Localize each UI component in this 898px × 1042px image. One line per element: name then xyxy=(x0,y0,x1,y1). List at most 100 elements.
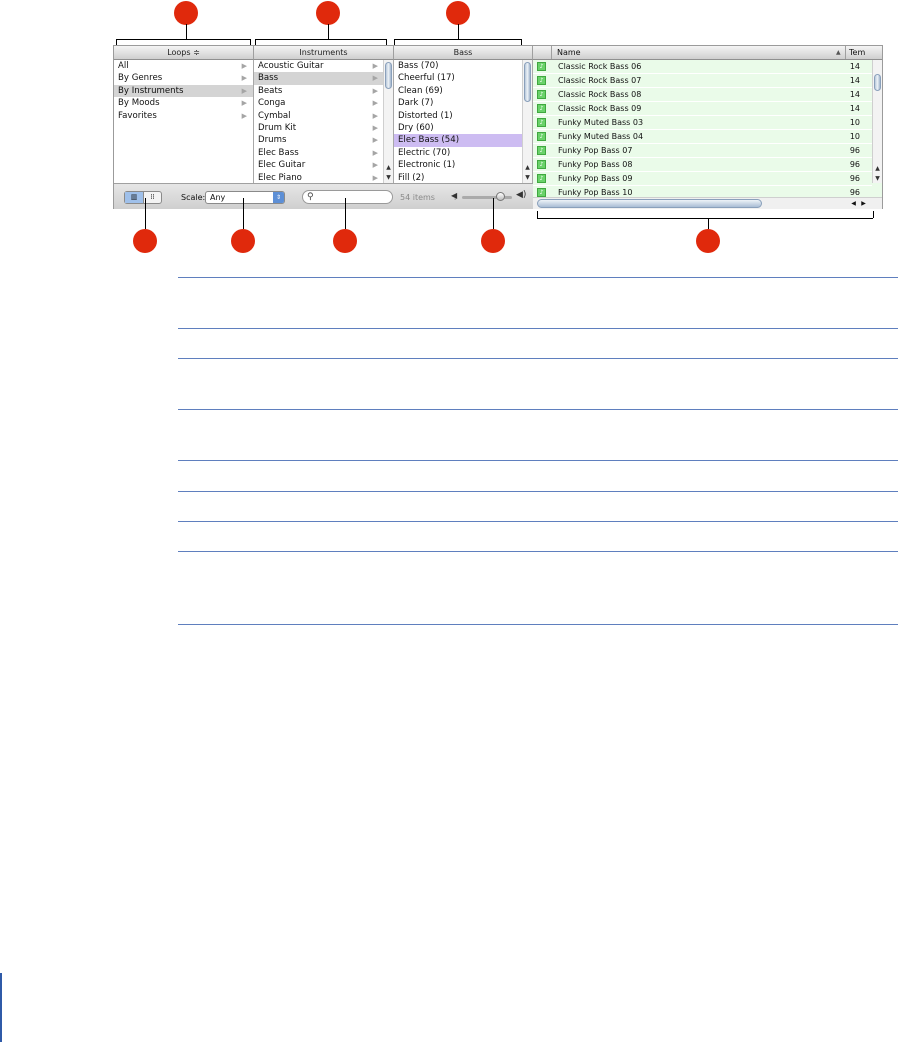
list-item-label: By Instruments xyxy=(118,85,184,96)
bass-list-item[interactable]: Distorted (1) xyxy=(394,110,523,122)
hscroll-thumb[interactable] xyxy=(537,199,762,208)
scroll-up-arrow-icon[interactable]: ▲ xyxy=(384,163,393,172)
list-item-label: By Moods xyxy=(118,98,160,109)
page-edge-bar xyxy=(0,973,2,1042)
instruments-list-item[interactable]: Conga ▶ xyxy=(254,97,384,109)
bass-list-item[interactable]: Elec Bass (54) xyxy=(394,134,523,147)
list-item-label: Bass (70) xyxy=(398,61,439,71)
bass-list-item[interactable]: Cheerful (17) xyxy=(394,72,523,84)
volume-slider[interactable] xyxy=(462,192,512,201)
table-row[interactable]: ♪ Classic Rock Bass 06 14 xyxy=(533,60,872,74)
table-rule xyxy=(178,358,898,359)
disclosure-arrow-icon: ▶ xyxy=(372,173,378,182)
disclosure-arrow-icon: ▶ xyxy=(241,74,247,83)
list-item-label: Dry (60) xyxy=(398,122,434,133)
button-view-icon[interactable]: ⁞⁞ xyxy=(144,192,161,203)
loops-list-item[interactable]: By Moods ▶ xyxy=(114,97,253,109)
list-item-label: Elec Guitar xyxy=(258,160,306,171)
results-vscrollbar[interactable]: ▲ ▼ xyxy=(872,60,882,183)
bass-list-item[interactable]: Dark (7) xyxy=(394,97,523,109)
bass-list-item[interactable]: Clean (69) xyxy=(394,85,523,97)
table-row[interactable]: ♪ Funky Pop Bass 07 96 xyxy=(533,144,872,158)
column-divider xyxy=(845,46,846,59)
instruments-list-item[interactable]: Elec Bass ▶ xyxy=(254,147,384,159)
bass-list-item[interactable]: Electronic (1) xyxy=(394,159,523,171)
search-icon: ⚲ xyxy=(307,192,314,202)
search-input[interactable] xyxy=(317,192,389,202)
scroll-down-arrow-icon[interactable]: ▼ xyxy=(523,173,532,182)
callout-line xyxy=(708,218,709,229)
table-row[interactable]: ♪ Classic Rock Bass 09 14 xyxy=(533,102,872,116)
loops-list-item[interactable]: By Instruments ▶ xyxy=(114,84,253,98)
list-item-label: Fill (2) xyxy=(398,172,425,183)
table-row[interactable]: ♪ Funky Pop Bass 09 96 xyxy=(533,172,872,186)
disclosure-arrow-icon: ▶ xyxy=(372,74,378,83)
loop-name: Funky Muted Bass 03 xyxy=(558,118,644,127)
instruments-list-item[interactable]: Drum Kit ▶ xyxy=(254,122,384,134)
table-row[interactable]: ♪ Funky Muted Bass 03 10 xyxy=(533,116,872,130)
disclosure-arrow-icon: ▶ xyxy=(241,99,247,108)
scroll-thumb[interactable] xyxy=(874,74,881,91)
search-field[interactable]: ⚲ xyxy=(302,190,393,204)
list-item-label: Elec Bass xyxy=(258,147,299,158)
loop-icon: ♪ xyxy=(537,62,546,71)
column-header-instruments[interactable]: Instruments xyxy=(254,46,394,60)
column-loops: All ▶ By Genres ▶ By Instruments ▶ By Moods ▶ Fa… xyxy=(114,60,254,183)
scroll-left-arrow-icon[interactable]: ◀ xyxy=(849,199,858,208)
list-item-label: Beats xyxy=(258,85,283,96)
column-view-icon[interactable]: ▥ xyxy=(125,192,144,203)
bass-list-item[interactable]: Dry (60) xyxy=(394,122,523,134)
bass-list-item[interactable]: Bass (70) xyxy=(394,60,523,72)
results-hscrollbar[interactable]: ◀ ▶ xyxy=(533,197,882,209)
scroll-thumb[interactable] xyxy=(524,62,531,102)
column-header-bass[interactable]: Bass xyxy=(394,46,533,60)
table-row[interactable]: ♪ Classic Rock Bass 08 14 xyxy=(533,88,872,102)
instruments-list-item[interactable]: Beats ▶ xyxy=(254,85,384,97)
instruments-scrollbar[interactable]: ▲ ▼ xyxy=(383,60,393,183)
tempo-column-header[interactable]: Tem xyxy=(849,46,865,60)
scroll-down-arrow-icon[interactable]: ▼ xyxy=(873,174,882,183)
callout-line xyxy=(458,24,459,39)
table-row[interactable]: ♪ Funky Muted Bass 04 10 xyxy=(533,130,872,144)
scroll-thumb[interactable] xyxy=(385,62,392,89)
instruments-list-item[interactable]: Acoustic Guitar ▶ xyxy=(254,60,384,72)
loops-list-item[interactable]: By Genres ▶ xyxy=(114,72,253,84)
bass-list-item[interactable]: Electric (70) xyxy=(394,147,523,159)
scale-popup[interactable]: Any ⇕ xyxy=(205,191,285,204)
kind-column-header[interactable] xyxy=(533,46,552,59)
table-row[interactable]: ♪ Funky Pop Bass 10 96 xyxy=(533,186,872,197)
volume-knob[interactable] xyxy=(495,192,505,201)
loops-list-item[interactable]: Favorites ▶ xyxy=(114,110,253,122)
loop-tempo: 14 xyxy=(849,76,860,85)
bass-scrollbar[interactable]: ▲ ▼ xyxy=(522,60,532,183)
bass-list-item[interactable]: Fill (2) xyxy=(394,172,523,183)
list-item-label: Elec Bass (54) xyxy=(398,135,460,146)
instruments-list-item[interactable]: Bass ▶ xyxy=(254,72,384,85)
scroll-up-arrow-icon[interactable]: ▲ xyxy=(523,163,532,172)
table-row[interactable]: ♪ Classic Rock Bass 07 14 xyxy=(533,74,872,88)
table-row[interactable]: ♪ Funky Pop Bass 08 96 xyxy=(533,158,872,172)
list-item-label: Dark (7) xyxy=(398,98,434,109)
callout-bracket xyxy=(255,39,386,40)
instruments-list-item[interactable]: Elec Piano ▶ xyxy=(254,172,384,183)
loop-icon: ♪ xyxy=(537,132,546,141)
list-item-label: Distorted (1) xyxy=(398,110,453,121)
list-item-label: Drums xyxy=(258,135,287,146)
callout-marker-scale xyxy=(231,229,255,253)
callout-line xyxy=(243,198,244,229)
scroll-up-arrow-icon[interactable]: ▲ xyxy=(873,164,882,173)
column-header-loops[interactable]: Loops ≑ xyxy=(114,46,254,60)
name-column-header[interactable]: Name xyxy=(557,46,581,60)
loop-tempo: 14 xyxy=(849,90,860,99)
popup-arrows-icon: ⇕ xyxy=(273,192,284,203)
loop-tempo: 10 xyxy=(849,118,860,127)
instruments-list-item[interactable]: Drums ▶ xyxy=(254,134,384,146)
instruments-list-item[interactable]: Elec Guitar ▶ xyxy=(254,159,384,171)
scroll-down-arrow-icon[interactable]: ▼ xyxy=(384,173,393,182)
callout-marker-bass xyxy=(446,1,470,25)
scroll-right-arrow-icon[interactable]: ▶ xyxy=(859,199,868,208)
loops-list-item[interactable]: All ▶ xyxy=(114,60,253,72)
instruments-list-item[interactable]: Cymbal ▶ xyxy=(254,110,384,122)
loop-name: Funky Pop Bass 07 xyxy=(558,146,633,155)
loop-name: Classic Rock Bass 09 xyxy=(558,104,642,113)
